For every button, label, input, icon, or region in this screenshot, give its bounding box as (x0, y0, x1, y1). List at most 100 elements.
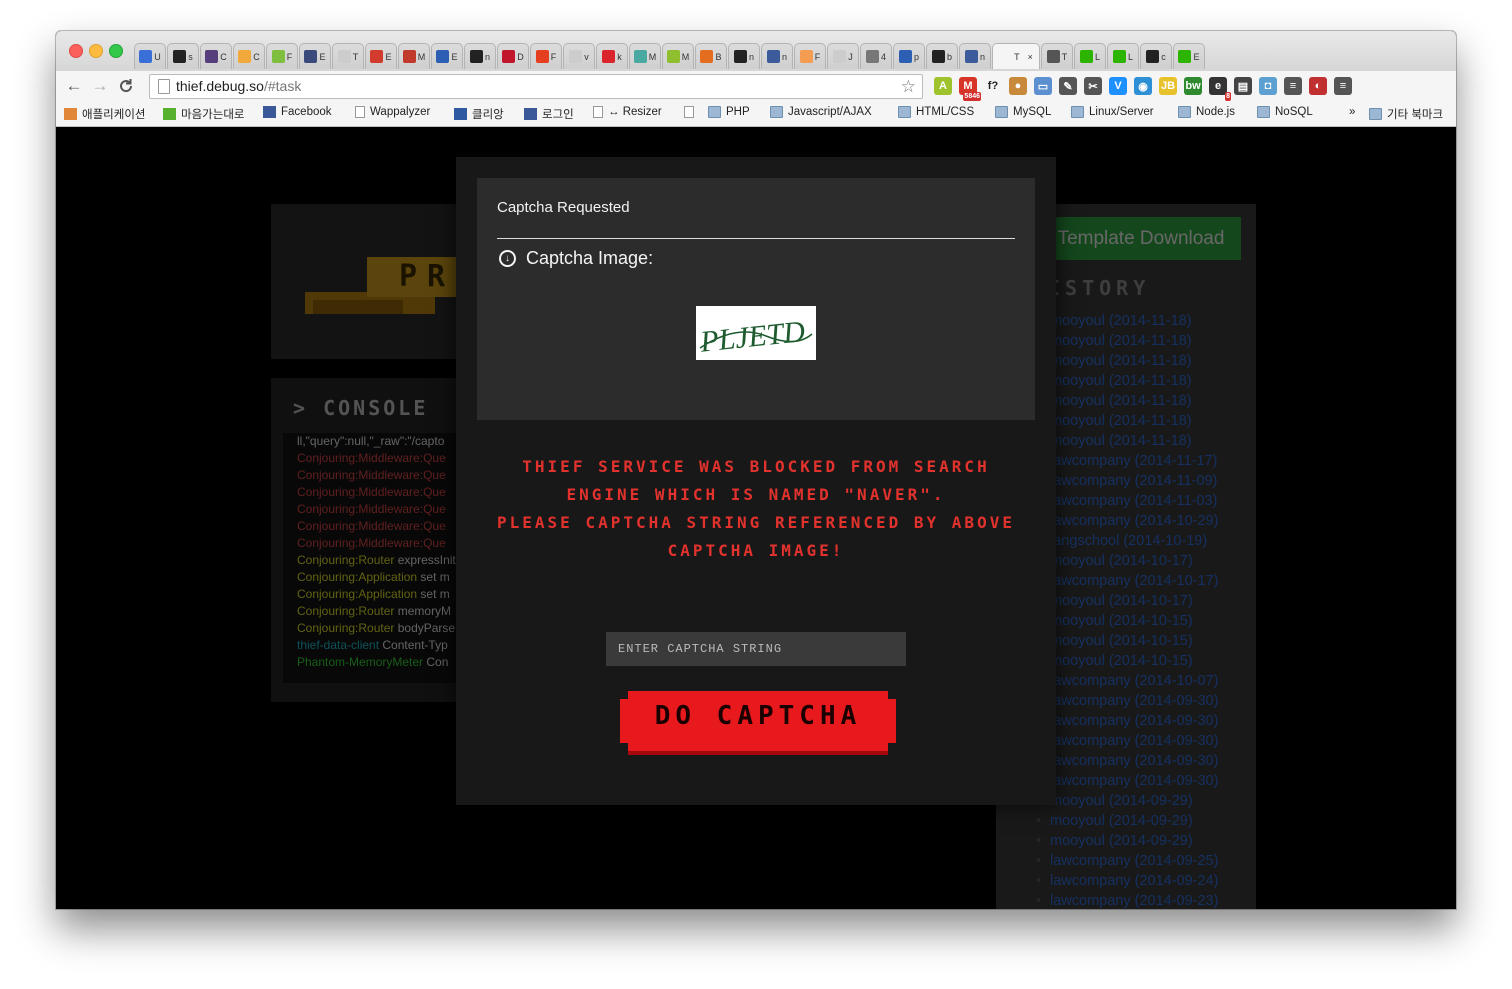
back-button[interactable]: ← (64, 76, 84, 96)
history-link[interactable]: lawcompany (2014-09-30) (1036, 771, 1218, 791)
close-window-button[interactable] (69, 44, 83, 58)
browser-tab[interactable]: M (398, 43, 430, 69)
browser-tab[interactable]: s (167, 43, 199, 69)
globe-icon[interactable]: ◉ (1134, 77, 1152, 95)
browser-tab[interactable]: n (959, 43, 991, 69)
other-bookmarks-folder[interactable]: 기타 북마크 (1369, 106, 1443, 122)
history-link[interactable]: lawcompany (2014-09-23) (1036, 891, 1218, 909)
bw-icon[interactable]: bw (1184, 77, 1202, 95)
browser-tab[interactable]: C (200, 43, 232, 69)
e-icon[interactable]: e8 (1209, 77, 1231, 101)
browser-tab[interactable]: p (893, 43, 925, 69)
folder-icon[interactable]: ▭ (1034, 77, 1052, 95)
cookie-icon[interactable]: ● (1009, 77, 1027, 95)
history-link[interactable]: mooyoul (2014-11-18) (1036, 431, 1218, 451)
browser-tab[interactable]: J (827, 43, 859, 69)
close-tab-icon[interactable]: × (1028, 52, 1033, 62)
browser-tab[interactable]: M (629, 43, 661, 69)
history-link[interactable]: lawcompany (2014-11-03) (1036, 491, 1218, 511)
history-link[interactable]: mooyoul (2014-09-29) (1036, 831, 1218, 851)
browser-tab[interactable]: n (464, 43, 496, 69)
bookmark-item[interactable]: Linux/Server (1071, 106, 1154, 118)
history-link[interactable]: mooyoul (2014-11-18) (1036, 351, 1218, 371)
captcha-input[interactable] (606, 632, 906, 666)
history-link[interactable]: lawcompany (2014-11-17) (1036, 451, 1218, 471)
minimize-window-button[interactable] (89, 44, 103, 58)
wrench-icon[interactable]: ✂ (1084, 77, 1102, 95)
bookmark-item[interactable]: 로그인 (524, 106, 574, 122)
history-link[interactable]: lawcompany (2014-09-30) (1036, 731, 1218, 751)
flag-icon[interactable]: ≡ (1284, 77, 1302, 95)
browser-tab[interactable]: n (761, 43, 793, 69)
mask-icon[interactable]: ◐ (1309, 77, 1327, 95)
history-link[interactable]: lawcompany (2014-09-30) (1036, 711, 1218, 731)
gmail-icon[interactable]: M 5846 (959, 77, 981, 101)
browser-tab[interactable]: v (563, 43, 595, 69)
browser-tab[interactable]: E (1173, 43, 1205, 69)
history-link[interactable]: lawcompany (2014-10-07) (1036, 671, 1218, 691)
bookmark-item[interactable]: PHP (708, 106, 750, 118)
vimium-icon[interactable]: V (1109, 77, 1127, 95)
bookmark-item[interactable]: MySQL (995, 106, 1051, 118)
template-download-button[interactable]: Template Download (1041, 217, 1241, 260)
history-link[interactable]: lawcompany (2014-11-09) (1036, 471, 1218, 491)
history-link[interactable]: lawcompany (2014-10-29) (1036, 511, 1218, 531)
browser-tab[interactable]: T (332, 43, 364, 69)
browser-tab[interactable]: B (695, 43, 727, 69)
history-link[interactable]: mooyoul (2014-10-17) (1036, 591, 1218, 611)
bookmark-item[interactable]: NoSQL (1257, 106, 1313, 118)
browser-tab[interactable]: D (497, 43, 529, 69)
bookmark-item[interactable]: Facebook (263, 106, 332, 118)
history-link[interactable]: mooyoul (2014-11-18) (1036, 311, 1218, 331)
bookmark-item[interactable]: Wappalyzer (355, 106, 430, 118)
bookmark-item[interactable]: 마음가는대로 (163, 106, 244, 122)
bookmark-item[interactable]: HTML/CSS (898, 106, 974, 118)
download-circle-icon[interactable]: ↓ (499, 250, 516, 267)
zoom-window-button[interactable] (109, 44, 123, 58)
browser-tab[interactable]: M (662, 43, 694, 69)
history-link[interactable]: mooyoul (2014-11-18) (1036, 371, 1218, 391)
forward-button[interactable]: → (90, 76, 110, 96)
bookmark-item[interactable]: 애플리케이션 (64, 106, 145, 122)
browser-tab[interactable]: L (1107, 43, 1139, 69)
browser-tab[interactable]: T (1041, 43, 1073, 69)
bookmarks-overflow-button[interactable]: » (1349, 106, 1355, 118)
history-link[interactable]: mooyoul (2014-09-29) (1036, 811, 1218, 831)
menu-icon[interactable]: ≡ (1334, 77, 1352, 95)
history-link[interactable]: mooyoul (2014-11-18) (1036, 391, 1218, 411)
browser-tab[interactable]: F (794, 43, 826, 69)
do-captcha-button[interactable]: DO CAPTCHA (620, 691, 896, 755)
history-link[interactable]: mooyoul (2014-09-29) (1036, 791, 1218, 811)
history-link[interactable]: mooyoul (2014-10-17) (1036, 551, 1218, 571)
history-link[interactable]: mooyoul (2014-10-15) (1036, 631, 1218, 651)
bookmark-item[interactable]: ↔ Resizer (593, 106, 662, 118)
history-link[interactable]: lawcompany (2014-09-30) (1036, 751, 1218, 771)
browser-tab[interactable]: k (596, 43, 628, 69)
history-link[interactable]: lawcompany (2014-09-30) (1036, 691, 1218, 711)
browser-tab[interactable]: E (365, 43, 397, 69)
history-link[interactable]: mooyoul (2014-10-15) (1036, 611, 1218, 631)
browser-tab[interactable]: L (1074, 43, 1106, 69)
browser-tab[interactable]: C (233, 43, 265, 69)
android-icon[interactable]: A (934, 77, 952, 95)
bookmark-star-icon[interactable]: ☆ (901, 75, 916, 98)
jsonbeautify-icon[interactable]: JB (1159, 77, 1177, 95)
history-link[interactable]: lawcompany (2014-09-25) (1036, 851, 1218, 871)
history-link[interactable]: lawcompany (2014-10-17) (1036, 571, 1218, 591)
bookmark-item[interactable]: 클리앙 (454, 106, 504, 122)
browser-tab[interactable]: c (1140, 43, 1172, 69)
reload-button[interactable] (116, 76, 136, 99)
history-link[interactable]: mooyoul (2014-11-18) (1036, 411, 1218, 431)
browser-tab[interactable]: T × (992, 43, 1040, 69)
function-icon[interactable]: f? (984, 77, 1002, 95)
address-bar[interactable]: thief.debug.so/#task ☆ (149, 74, 923, 99)
bookmark-item[interactable]: Javascript/AJAX (770, 106, 872, 118)
browser-tab[interactable]: b (926, 43, 958, 69)
browser-tab[interactable]: E (431, 43, 463, 69)
browser-tab[interactable]: n (728, 43, 760, 69)
browser-tab[interactable]: E (299, 43, 331, 69)
history-link[interactable]: mooyoul (2014-10-15) (1036, 651, 1218, 671)
history-link[interactable]: langschool (2014-10-19) (1036, 531, 1218, 551)
film-icon[interactable]: ▤ (1234, 77, 1252, 95)
camera-icon[interactable]: ◘ (1259, 77, 1277, 95)
